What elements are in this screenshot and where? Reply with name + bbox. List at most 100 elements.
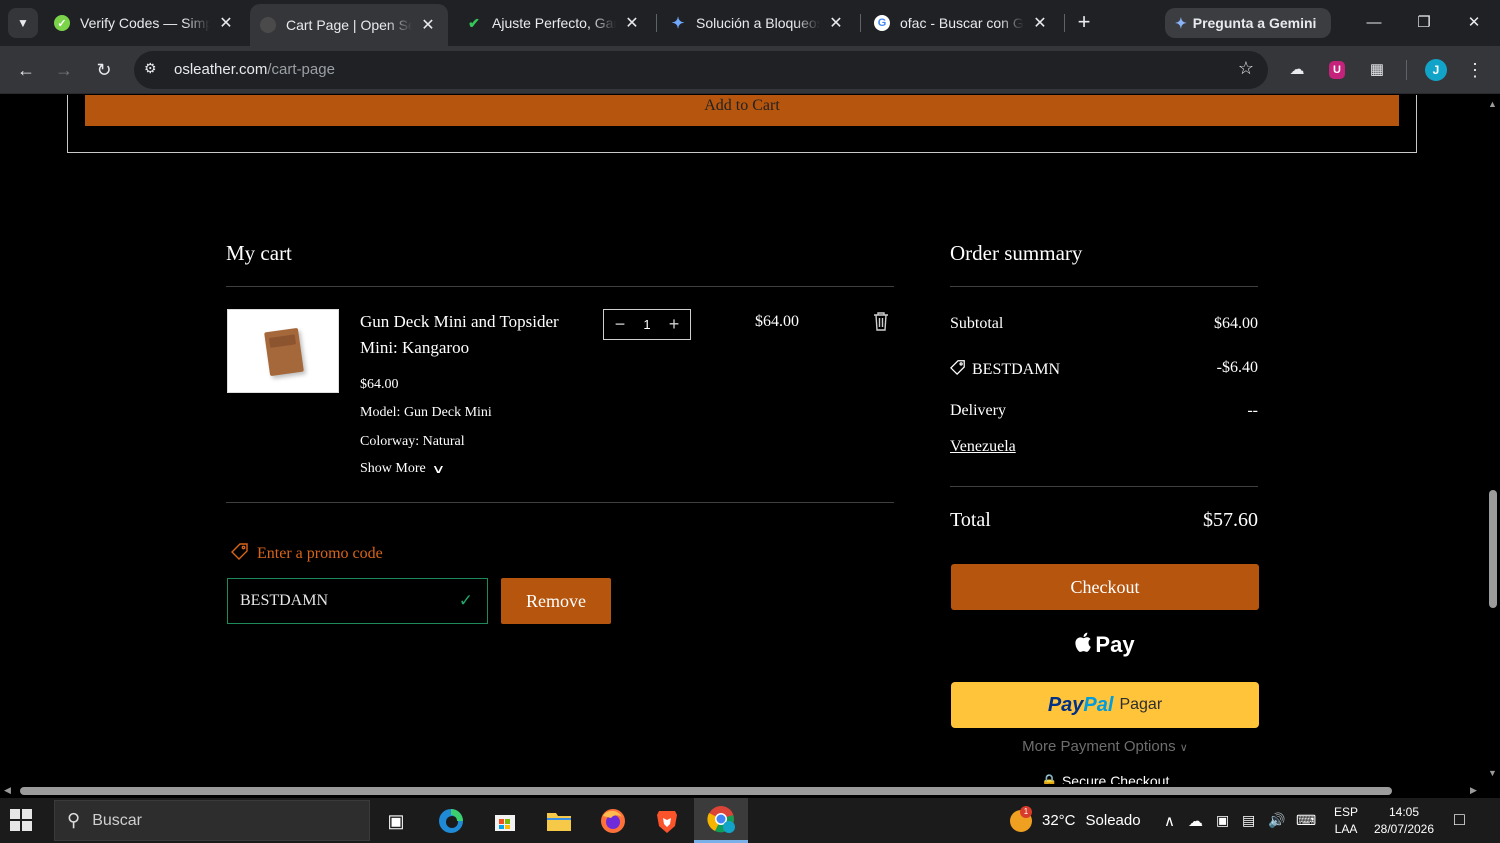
tag-icon	[231, 542, 249, 565]
microsoft-store-icon[interactable]	[490, 806, 520, 836]
add-to-cart-button[interactable]: Add to Cart	[85, 95, 1399, 126]
item-unit-price: $64.00	[360, 377, 399, 392]
tab-verify-codes[interactable]: ✓ Verify Codes — SimplyCodes ✕	[44, 6, 246, 40]
restore-button[interactable]: ❐	[1404, 8, 1444, 38]
gemini-label: Pregunta a Gemini	[1192, 15, 1317, 31]
scroll-up-arrow-icon[interactable]: ▲	[1488, 99, 1497, 109]
quantity-value[interactable]: 1	[643, 317, 650, 332]
brave-icon[interactable]	[652, 806, 682, 836]
scroll-down-arrow-icon[interactable]: ▼	[1488, 768, 1497, 778]
onedrive-icon[interactable]: ☁	[1188, 798, 1203, 843]
decrease-quantity-button[interactable]: −	[612, 314, 628, 335]
tab-separator	[1064, 14, 1065, 32]
language-code: ESP	[1334, 805, 1359, 819]
clock-time: 14:05	[1388, 805, 1420, 819]
tab-title: Solución a Bloqueos de	[696, 15, 820, 31]
close-tab-icon[interactable]: ✕	[1030, 13, 1050, 33]
horizontal-scroll-thumb[interactable]	[20, 787, 1392, 795]
lock-icon: 🔒	[1040, 773, 1059, 784]
keyboard-icon[interactable]: ⌨	[1296, 798, 1316, 843]
total-label: Total	[950, 509, 991, 531]
discount-label: BESTDAMN	[972, 360, 1061, 378]
firefox-icon[interactable]	[598, 806, 628, 836]
weather-widget[interactable]: 1 32°C Soleado	[1010, 798, 1141, 843]
more-payment-options-label: More Payment Options	[1022, 738, 1176, 755]
subtotal-row: Subtotal $64.00	[950, 315, 1258, 333]
notification-center-icon[interactable]: □	[1454, 809, 1465, 830]
scroll-left-arrow-icon[interactable]: ◀	[4, 785, 11, 796]
new-tab-button[interactable]: +	[1072, 9, 1096, 37]
paypal-logo-part: Pal	[1083, 693, 1114, 716]
bookmark-star-icon[interactable]: ☆	[1238, 58, 1254, 79]
volume-icon[interactable]: 🔊	[1268, 798, 1285, 843]
cart-page: Add to Cart My cart Gun Deck Mini and To…	[0, 95, 1486, 784]
chevron-down-icon: ▼	[17, 16, 29, 30]
minimize-button[interactable]: —	[1354, 8, 1394, 38]
menu-kebab-icon[interactable]: ⋮	[1464, 59, 1486, 81]
tab-cart-page[interactable]: Cart Page | Open Sea Leather ✕	[250, 4, 448, 46]
horizontal-scrollbar[interactable]: ◀ ▶	[0, 784, 1486, 798]
taskbar-search-box[interactable]: ⚲ Buscar	[54, 800, 370, 841]
meet-camera-icon[interactable]: ▣	[1216, 798, 1229, 843]
show-hidden-icons-button[interactable]: ∧	[1164, 798, 1175, 843]
tab-ofac-google[interactable]: G ofac - Buscar con Google ✕	[864, 6, 1060, 40]
profile-avatar[interactable]: J	[1425, 59, 1447, 81]
tab-search-button[interactable]: ▼	[8, 8, 38, 38]
close-tab-icon[interactable]: ✕	[418, 15, 438, 35]
browser-tab-strip: ▼ ✓ Verify Codes — SimplyCodes ✕ Cart Pa…	[0, 0, 1500, 46]
paypal-button[interactable]: Pay Pal Pagar	[951, 682, 1259, 728]
reload-button[interactable]: ↻	[90, 56, 118, 84]
system-clock[interactable]: 14:05 28/07/2026	[1370, 804, 1438, 838]
remove-item-button[interactable]	[870, 310, 892, 332]
chrome-icon[interactable]	[694, 798, 748, 843]
close-window-button[interactable]: ✕	[1454, 8, 1494, 38]
checkout-button[interactable]: Checkout	[951, 564, 1259, 610]
apple-pay-button[interactable]: Pay	[951, 622, 1259, 668]
promo-code-input[interactable]: BESTDAMN ✓	[227, 578, 488, 624]
delivery-country-link[interactable]: Venezuela	[950, 438, 1016, 456]
divider	[226, 502, 894, 503]
start-button[interactable]	[10, 809, 32, 831]
network-icon[interactable]: ▤	[1242, 798, 1255, 843]
vertical-scrollbar[interactable]: ▲ ▼	[1486, 95, 1500, 784]
edge-icon[interactable]	[436, 806, 466, 836]
address-bar[interactable]: ⚙ osleather.com/cart-page ☆	[134, 51, 1268, 89]
site-settings-icon[interactable]: ⚙	[144, 60, 157, 77]
subtotal-value: $64.00	[1214, 315, 1258, 332]
product-thumbnail[interactable]	[227, 309, 339, 393]
clock-date: 28/07/2026	[1373, 822, 1435, 836]
remove-promo-button[interactable]: Remove	[501, 578, 611, 624]
back-button[interactable]: ←	[12, 56, 40, 84]
cloud-extension-icon[interactable]: ☁	[1286, 59, 1308, 81]
show-more-button[interactable]: Show More ∨	[360, 461, 446, 477]
windows-logo-icon	[22, 821, 32, 831]
enter-promo-code-link[interactable]: Enter a promo code	[231, 542, 383, 565]
vertical-scroll-thumb[interactable]	[1489, 490, 1497, 608]
close-tab-icon[interactable]: ✕	[826, 13, 846, 33]
extensions-puzzle-icon[interactable]: ▦	[1366, 59, 1388, 81]
increase-quantity-button[interactable]: +	[666, 314, 682, 335]
forward-button[interactable]: →	[50, 56, 78, 84]
weather-badge: 1	[1020, 805, 1032, 818]
item-name[interactable]: Gun Deck Mini and Topsider Mini: Kangaro…	[360, 309, 560, 361]
quantity-stepper: − 1 +	[603, 309, 691, 340]
tab-solucion-bloqueos[interactable]: ✦ Solución a Bloqueos de ✕	[660, 6, 856, 40]
input-language-indicator[interactable]: ESP LAA	[1334, 804, 1358, 838]
file-explorer-icon[interactable]	[544, 806, 574, 836]
url-text[interactable]: osleather.com/cart-page	[174, 61, 335, 78]
total-value: $57.60	[1203, 509, 1258, 531]
task-view-icon[interactable]: ▣	[381, 806, 411, 836]
tab-title: ofac - Buscar con Google	[900, 15, 1024, 31]
more-payment-options-toggle[interactable]: More Payment Options ∨	[951, 738, 1259, 755]
tab-separator	[860, 14, 861, 32]
close-tab-icon[interactable]: ✕	[216, 13, 236, 33]
ublock-extension-icon[interactable]: U	[1329, 61, 1345, 79]
discount-row: BESTDAMN -$6.40	[950, 359, 1258, 380]
scroll-right-arrow-icon[interactable]: ▶	[1470, 785, 1477, 796]
close-tab-icon[interactable]: ✕	[622, 13, 642, 33]
tab-ajuste-perfecto[interactable]: ✔ Ajuste Perfecto, Garantizado ✕	[456, 6, 652, 40]
chevron-down-icon: ∨	[431, 461, 446, 476]
divider	[950, 486, 1258, 487]
tab-separator	[656, 14, 657, 32]
gemini-button[interactable]: ✦ Pregunta a Gemini	[1165, 8, 1331, 38]
